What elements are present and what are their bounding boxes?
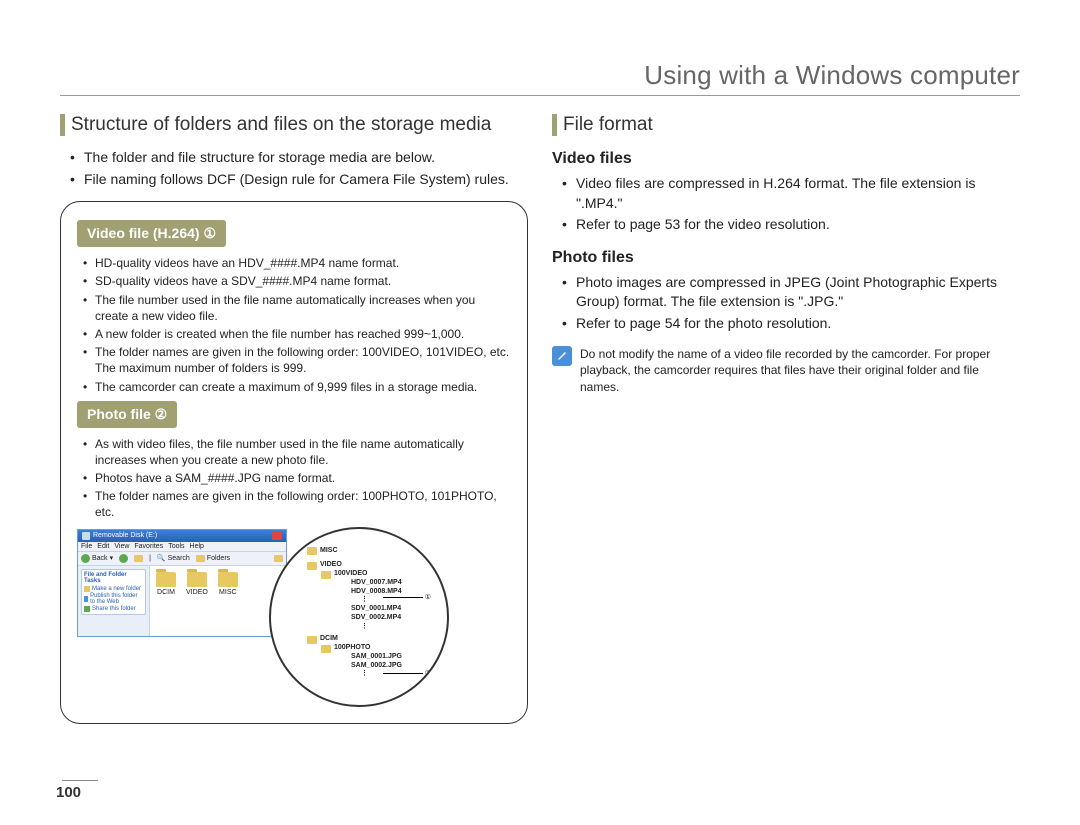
list-item: A new folder is created when the file nu…: [83, 326, 511, 342]
callout-one: ①: [425, 593, 431, 601]
views-icon: [274, 555, 283, 562]
folder-icon: [187, 572, 207, 587]
menu-item: View: [114, 543, 129, 550]
note-row: Do not modify the name of a video file r…: [552, 346, 1020, 396]
task-link: Make a new folder: [84, 586, 143, 592]
page-title: Using with a Windows computer: [60, 60, 1020, 96]
folder-icon: [321, 571, 331, 579]
intro-item: File naming follows DCF (Design rule for…: [70, 170, 528, 190]
right-column: File format Video files Video files are …: [552, 114, 1020, 724]
explorer-file-pane: DCIM VIDEO MISC: [150, 566, 286, 636]
tree-file: SDV_0002.MP4: [349, 614, 402, 623]
folder-tree: MISC VIDEO 100VIDEO HDV_0007.MP4 HDV_000…: [307, 547, 402, 680]
tree-file: SAM_0001.JPG: [349, 653, 402, 662]
left-column: Structure of folders and files on the st…: [60, 114, 528, 724]
folder-icon: [321, 645, 331, 653]
list-item: The folder names are given in the follow…: [83, 344, 511, 376]
explorer-titlebar: Removable Disk (E:): [78, 530, 286, 542]
list-item: Refer to page 54 for the photo resolutio…: [562, 314, 1020, 334]
folder-item: MISC: [218, 572, 238, 630]
photo-file-list: As with video files, the file number use…: [83, 436, 511, 521]
menu-item: Edit: [97, 543, 109, 550]
page-number-rule: [62, 780, 98, 781]
folder-item: DCIM: [156, 572, 176, 630]
note-icon: [552, 346, 572, 366]
tree-file: HDV_0008.MP4: [349, 588, 402, 597]
list-item: As with video files, the file number use…: [83, 436, 511, 468]
explorer-title: Removable Disk (E:): [93, 532, 157, 539]
search-button: 🔍 Search: [157, 554, 190, 562]
tree-label: DCIM: [320, 635, 338, 644]
photo-files-heading: Photo files: [552, 249, 1020, 267]
list-item: Video files are compressed in H.264 form…: [562, 174, 1020, 213]
folders-button: Folders: [196, 555, 230, 562]
tree-file: HDV_0007.MP4: [349, 579, 402, 588]
callout-line: [383, 597, 423, 598]
menu-item: File: [81, 543, 92, 550]
menu-item: Tools: [168, 543, 184, 550]
task-box-title: File and Folder Tasks: [84, 572, 143, 584]
explorer-menubar: File Edit View Favorites Tools Help: [78, 542, 286, 552]
explorer-toolbar: Back ▾ | 🔍 Search Folders: [78, 552, 286, 566]
tree-ellipsis: ⋮: [361, 596, 402, 605]
explorer-sidebar: File and Folder Tasks Make a new folder …: [78, 566, 150, 636]
folder-icon: [307, 636, 317, 644]
video-files-heading: Video files: [552, 150, 1020, 168]
tree-label: 100VIDEO: [334, 570, 367, 579]
close-icon: [272, 532, 282, 540]
folder-item: VIDEO: [186, 572, 208, 630]
folder-icon: [307, 562, 317, 570]
right-section-heading: File format: [552, 114, 1020, 136]
video-file-pill: Video file (H.264) ①: [77, 220, 226, 247]
folder-icon: [156, 572, 176, 587]
back-button: Back ▾: [81, 554, 113, 563]
list-item: SD-quality videos have a SDV_####.MP4 na…: [83, 273, 511, 289]
note-text: Do not modify the name of a video file r…: [580, 346, 1020, 396]
task-link: Share this folder: [84, 606, 143, 612]
callout-two: ②: [425, 669, 431, 677]
left-intro-list: The folder and file structure for storag…: [70, 148, 528, 189]
menu-item: Help: [190, 543, 204, 550]
photo-format-list: Photo images are compressed in JPEG (Joi…: [562, 273, 1020, 334]
explorer-window: Removable Disk (E:) File Edit View Favor…: [77, 529, 287, 637]
tree-label: 100PHOTO: [334, 644, 370, 653]
explorer-figure: Removable Disk (E:) File Edit View Favor…: [77, 529, 511, 707]
left-heading-text: Structure of folders and files on the st…: [71, 114, 491, 136]
tree-label: MISC: [320, 547, 338, 556]
forward-icon: [119, 554, 128, 563]
list-item: The camcorder can create a maximum of 9,…: [83, 379, 511, 395]
list-item: HD-quality videos have an HDV_####.MP4 n…: [83, 255, 511, 271]
task-link: Publish this folder to the Web: [84, 593, 143, 605]
page-number: 100: [56, 784, 81, 801]
tree-ellipsis: ⋮: [361, 623, 402, 632]
tree-file: SDV_0001.MP4: [349, 605, 402, 614]
folder-icon: [218, 572, 238, 587]
zoom-lens: MISC VIDEO 100VIDEO HDV_0007.MP4 HDV_000…: [269, 527, 449, 707]
list-item: Refer to page 53 for the video resolutio…: [562, 215, 1020, 235]
list-item: Photos have a SAM_####.JPG name format.: [83, 470, 511, 486]
list-item: The folder names are given in the follow…: [83, 488, 511, 520]
up-icon: [134, 555, 143, 562]
list-item: The file number used in the file name au…: [83, 292, 511, 324]
list-item: Photo images are compressed in JPEG (Joi…: [562, 273, 1020, 312]
intro-item: The folder and file structure for storag…: [70, 148, 528, 168]
folder-icon: [307, 547, 317, 555]
right-heading-text: File format: [563, 114, 653, 136]
photo-file-pill: Photo file ②: [77, 401, 177, 428]
video-format-list: Video files are compressed in H.264 form…: [562, 174, 1020, 235]
tree-file: SAM_0002.JPG: [349, 662, 402, 671]
video-file-list: HD-quality videos have an HDV_####.MP4 n…: [83, 255, 511, 395]
callout-line: [383, 673, 423, 674]
tree-label: VIDEO: [320, 561, 342, 570]
file-structure-panel: Video file (H.264) ① HD-quality videos h…: [60, 201, 528, 723]
menu-item: Favorites: [134, 543, 163, 550]
left-section-heading: Structure of folders and files on the st…: [60, 114, 528, 136]
drive-icon: [82, 532, 90, 540]
